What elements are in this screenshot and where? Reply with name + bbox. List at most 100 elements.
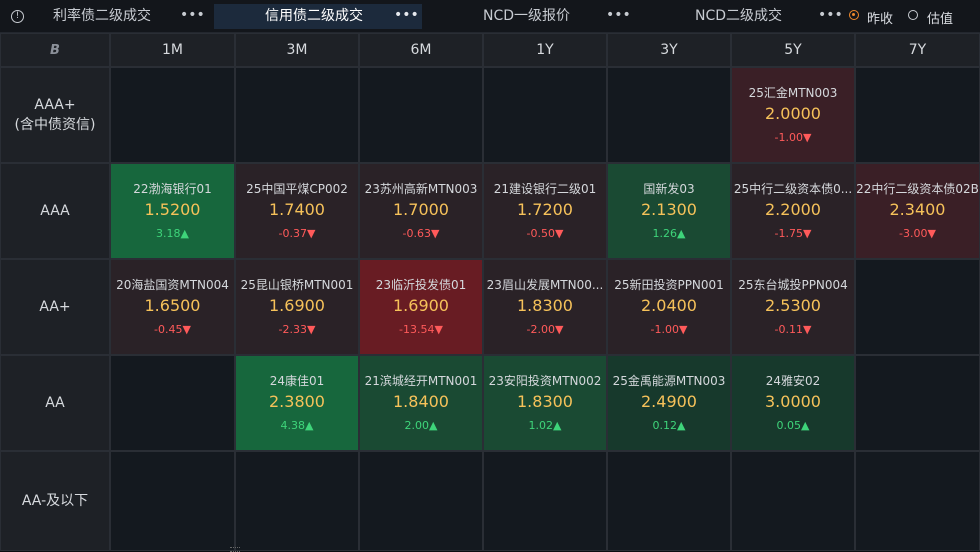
column-header-5y: 5Y <box>731 33 855 67</box>
bond-rate: 1.7200 <box>517 200 573 219</box>
resize-handle[interactable] <box>230 547 240 552</box>
empty-cell <box>483 67 607 163</box>
bond-change: 0.12▲ <box>652 419 686 432</box>
row-label-line: AAA <box>40 203 70 219</box>
bond-cell[interactable]: 25东台城投PPN004 2.5300 -0.11▼ <box>731 259 855 355</box>
radio-label-valuation[interactable]: 估值 <box>927 8 953 27</box>
bond-cell[interactable]: 23临沂投发债01 1.6900 -13.54▼ <box>359 259 483 355</box>
bond-rate: 2.0400 <box>641 296 697 315</box>
bond-change: -0.50▼ <box>526 227 564 240</box>
bond-cell[interactable]: 25中行二级资本债0... 2.2000 -1.75▼ <box>731 163 855 259</box>
bond-cell[interactable]: 21滨城经开MTN001 1.8400 2.00▲ <box>359 355 483 451</box>
bond-rate: 2.5300 <box>765 296 821 315</box>
more-icon[interactable]: ••• <box>818 3 843 28</box>
bond-cell[interactable]: 25昆山银桥MTN001 1.6900 -2.33▼ <box>235 259 359 355</box>
tab-label: 信用债二级成交 <box>265 8 363 24</box>
bond-name: 23安阳投资MTN002 <box>488 374 602 388</box>
bond-name: 25中国平煤CP002 <box>246 182 348 196</box>
bond-rate: 1.5200 <box>144 200 201 219</box>
bond-cell[interactable]: 24康佳01 2.3800 4.38▲ <box>235 355 359 451</box>
bond-change: -0.63▼ <box>402 227 440 240</box>
bond-cell[interactable]: 23眉山发展MTN00... 1.8300 -2.00▼ <box>483 259 607 355</box>
tab-rate-bond-secondary[interactable]: 利率债二级成交 ••• <box>40 4 210 29</box>
bond-name: 23眉山发展MTN00... <box>486 278 604 292</box>
bond-change: -0.37▼ <box>278 227 316 240</box>
row-label-line: AA+ <box>39 299 71 315</box>
bond-name: 25中行二级资本债0... <box>733 182 853 196</box>
bond-cell[interactable]: 25中国平煤CP002 1.7400 -0.37▼ <box>235 163 359 259</box>
row-label-line: (含中债资信) <box>14 117 96 133</box>
bond-cell[interactable]: 25金禹能源MTN003 2.4900 0.12▲ <box>607 355 731 451</box>
bond-name: 23苏州高新MTN003 <box>364 182 478 196</box>
empty-cell <box>855 67 980 163</box>
row-label: AAA <box>0 163 110 259</box>
empty-cell <box>110 355 235 451</box>
tab-ncd-primary-quote[interactable]: NCD一级报价 ••• <box>426 4 636 29</box>
bond-change: -2.33▼ <box>278 323 316 336</box>
bond-name: 22中行二级资本债02B <box>856 182 979 196</box>
row-label: AAA+ (含中债资信) <box>0 67 110 163</box>
bond-change: 2.00▲ <box>404 419 438 432</box>
radio-valuation[interactable] <box>908 10 918 20</box>
bond-cell[interactable]: 国新发03 2.1300 1.26▲ <box>607 163 731 259</box>
bond-rate: 1.7000 <box>393 200 449 219</box>
empty-cell <box>855 259 980 355</box>
bond-name: 25金禹能源MTN003 <box>612 374 726 388</box>
bond-change: 1.02▲ <box>528 419 562 432</box>
bond-cell[interactable]: 20海盐国资MTN004 1.6500 -0.45▼ <box>110 259 235 355</box>
bond-rate: 1.6900 <box>393 296 449 315</box>
more-icon[interactable]: ••• <box>606 3 631 28</box>
more-icon[interactable]: ••• <box>394 3 419 28</box>
bond-cell[interactable]: 23安阳投资MTN002 1.8300 1.02▲ <box>483 355 607 451</box>
bond-name: 25昆山银桥MTN001 <box>240 278 354 292</box>
empty-cell <box>855 355 980 451</box>
info-circle-icon[interactable]: ! <box>11 10 24 23</box>
tab-credit-bond-secondary[interactable]: 信用债二级成交 ••• <box>214 4 422 29</box>
more-icon[interactable]: ••• <box>180 3 205 28</box>
column-header-1m: 1M <box>110 33 235 67</box>
bond-rate: 2.3400 <box>889 200 946 219</box>
bond-cell[interactable]: 23苏州高新MTN003 1.7000 -0.63▼ <box>359 163 483 259</box>
brand-logo-icon: B <box>50 43 60 58</box>
bond-name: 20海盐国资MTN004 <box>116 278 229 292</box>
row-label: AA-及以下 <box>0 451 110 551</box>
credit-rating-tenor-matrix: B 1M 3M 6M 1Y 3Y 5Y 7Y AAA+ (含中债资信) 25汇金MTN003 2.00… <box>0 33 980 551</box>
bond-rate: 1.8300 <box>517 392 573 411</box>
bond-change: -0.45▼ <box>154 323 191 336</box>
tab-ncd-secondary[interactable]: NCD二级成交 ••• <box>640 4 845 29</box>
bond-cell[interactable]: 21建设银行二级01 1.7200 -0.50▼ <box>483 163 607 259</box>
radio-label-prev-close[interactable]: 昨收 <box>867 8 893 27</box>
bond-name: 21滨城经开MTN001 <box>364 374 478 388</box>
bond-rate: 1.6900 <box>269 296 325 315</box>
price-basis-radio-group: 昨收 估值 <box>849 8 977 27</box>
bond-change: -3.00▼ <box>899 227 936 240</box>
radio-prev-close[interactable] <box>849 10 859 20</box>
bond-change: -1.00▼ <box>774 131 812 144</box>
tab-bar: ! 利率债二级成交 ••• 信用债二级成交 ••• NCD一级报价 ••• NC… <box>0 0 980 33</box>
bond-rate: 1.8400 <box>393 392 449 411</box>
bond-name: 国新发03 <box>643 182 695 196</box>
column-header-3m: 3M <box>235 33 359 67</box>
bond-change: 1.26▲ <box>652 227 686 240</box>
row-label-line: AA-及以下 <box>21 493 89 509</box>
empty-cell <box>235 67 359 163</box>
bond-change: 0.05▲ <box>776 419 810 432</box>
bond-change: -1.00▼ <box>650 323 688 336</box>
row-label: AA <box>0 355 110 451</box>
bond-cell[interactable]: 25新田投资PPN001 2.0400 -1.00▼ <box>607 259 731 355</box>
bond-cell[interactable]: 24雅安02 3.0000 0.05▲ <box>731 355 855 451</box>
bond-cell[interactable]: 25汇金MTN003 2.0000 -1.00▼ <box>731 67 855 163</box>
bond-rate: 1.6500 <box>144 296 201 315</box>
bond-name: 25新田投资PPN001 <box>614 278 724 292</box>
column-header-3y: 3Y <box>607 33 731 67</box>
bond-change: 3.18▲ <box>156 227 189 240</box>
column-header-7y: 7Y <box>855 33 980 67</box>
bond-name: 23临沂投发债01 <box>375 278 467 292</box>
column-header-6m: 6M <box>359 33 483 67</box>
bond-cell[interactable]: 22渤海银行01 1.5200 3.18▲ <box>110 163 235 259</box>
bond-cell[interactable]: 22中行二级资本债02B 2.3400 -3.00▼ <box>855 163 980 259</box>
empty-cell <box>607 67 731 163</box>
column-header-1y: 1Y <box>483 33 607 67</box>
bond-name: 21建设银行二级01 <box>493 182 597 196</box>
bond-rate: 2.2000 <box>765 200 821 219</box>
